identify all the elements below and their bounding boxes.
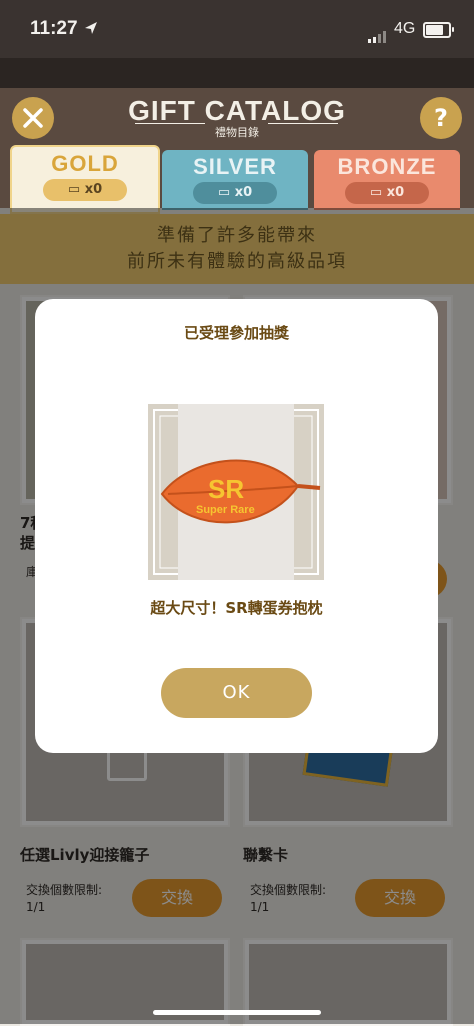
tab-gold-count: ▭ x0 [43, 179, 127, 201]
modal-title: 已受理參加抽獎 [183, 324, 289, 342]
tab-gold-label: GOLD [51, 151, 119, 176]
status-time: 11:27 [30, 18, 78, 39]
ticket-icon: ▭ [369, 185, 387, 200]
home-indicator[interactable] [153, 1010, 321, 1015]
tab-bronze-count: ▭ x0 [345, 182, 429, 204]
battery-icon [423, 22, 454, 38]
tab-silver-count: ▭ x0 [193, 182, 277, 204]
location-arrow-icon [85, 22, 97, 34]
tab-bronze-label: BRONZE [337, 154, 437, 179]
page-title: GIFT CATALOG [128, 95, 346, 126]
page-subtitle: 禮物目錄 [215, 126, 259, 139]
tab-bronze[interactable]: BRONZE ▭ x0 [314, 150, 460, 210]
ticket-icon: ▭ [217, 185, 235, 200]
prize-image: SR Super Rare [148, 404, 324, 580]
prize-rarity: SR [208, 474, 245, 504]
prize-rarity-sub: Super Rare [196, 504, 255, 516]
help-button[interactable]: ? [420, 97, 462, 139]
prize-name: 超大尺寸！SR轉蛋券抱枕 [150, 599, 323, 617]
tab-silver[interactable]: SILVER ▭ x0 [162, 150, 308, 210]
tab-gold[interactable]: GOLD ▭ x0 [10, 145, 160, 214]
ticket-icon: ▭ [67, 182, 85, 197]
network-type: 4G [394, 20, 416, 37]
signal-icon [368, 24, 388, 43]
tab-silver-label: SILVER [193, 154, 277, 179]
ok-button[interactable]: OK [161, 668, 312, 718]
top-band [0, 58, 474, 88]
